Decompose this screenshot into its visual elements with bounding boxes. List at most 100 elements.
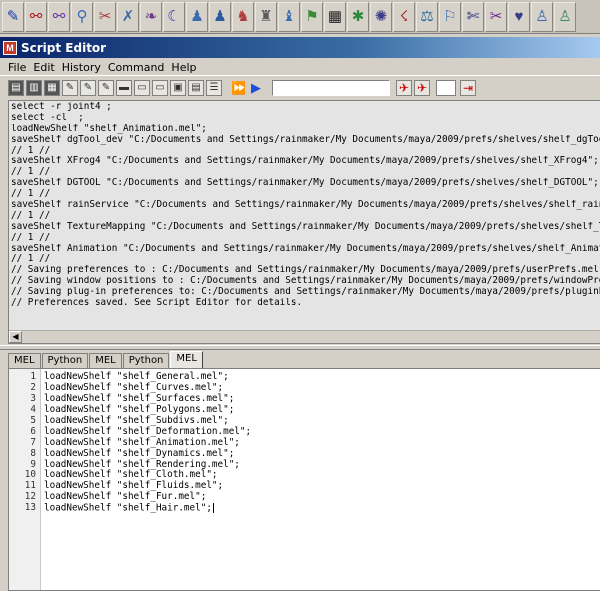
history-line: saveShelf Animation "C:/Documents and Se… bbox=[11, 243, 600, 254]
line-number: 6 bbox=[30, 425, 36, 437]
history-line: // 1 // bbox=[11, 189, 51, 200]
maya-shelf: ✎ ⚯ ⚯ ⚲ ✂ ✗ ❧ ☾ ♟ ♟ ♞ ♜ ♝ ⚑ ▦ ✱ ✺ ☇ ⚖ ⚐ ✄ ✂ ♥ ♙ ♙ bbox=[0, 0, 600, 34]
execute-all-icon[interactable]: ⏩ bbox=[230, 80, 246, 96]
history-line: // Saving window positions to : C:/Docum… bbox=[11, 276, 600, 287]
source-script-icon[interactable]: ▥ bbox=[26, 80, 42, 96]
deform-icon[interactable]: ☇ bbox=[393, 1, 415, 32]
tab-mel[interactable]: MEL bbox=[8, 353, 41, 368]
input-editor[interactable]: 1 loadNewShelf "shelf_General.mel"; 2 loadN… bbox=[8, 368, 600, 591]
editor-line: 12 loadNewShelf "shelf_Fur.mel"; bbox=[9, 491, 600, 503]
figure-icon[interactable]: ♙ bbox=[531, 1, 553, 32]
code-text: loadNewShelf "shelf_Hair.mel"; bbox=[44, 502, 214, 514]
tab-python[interactable]: Python bbox=[122, 353, 170, 368]
history-line: saveShelf rainService "C:/Documents and … bbox=[11, 200, 600, 211]
menu-edit[interactable]: Edit bbox=[33, 61, 54, 74]
menu-help[interactable]: Help bbox=[171, 61, 196, 74]
line-number: 13 bbox=[24, 502, 36, 514]
window-title: Script Editor bbox=[21, 40, 107, 55]
text-caret bbox=[212, 503, 214, 514]
history-line: // 1 // bbox=[11, 210, 51, 221]
clear-input-icon[interactable]: ✎ bbox=[98, 80, 114, 96]
history-line: // 1 // bbox=[11, 145, 51, 156]
code-text: loadNewShelf "shelf_Animation.mel"; bbox=[44, 436, 240, 448]
history-text: select -r joint4 ; select -cl ; loadNewShe… bbox=[11, 102, 600, 332]
rigid-bind-icon[interactable]: ♝ bbox=[278, 1, 300, 32]
history-pane[interactable]: select -r joint4 ; select -cl ; loadNewShe… bbox=[8, 100, 600, 344]
line-number: 8 bbox=[30, 447, 36, 459]
tab-mel[interactable]: MEL bbox=[89, 353, 122, 368]
clear-all-icon[interactable]: ▬ bbox=[116, 80, 132, 96]
menu-history[interactable]: History bbox=[62, 61, 101, 74]
code-text: loadNewShelf "shelf_Dynamics.mel"; bbox=[44, 447, 235, 459]
editor-text: 1 loadNewShelf "shelf_General.mel"; 2 loadN… bbox=[9, 371, 600, 514]
history-line: // 1 // bbox=[11, 167, 51, 178]
cross-joint-icon[interactable]: ✗ bbox=[117, 1, 139, 32]
history-line: saveShelf dgTool_dev "C:/Documents and S… bbox=[11, 134, 600, 145]
clear-history-icon[interactable]: ✎ bbox=[80, 80, 96, 96]
show-both-icon[interactable]: ▣ bbox=[170, 80, 186, 96]
star-icon[interactable]: ✱ bbox=[347, 1, 369, 32]
menu-bar: File Edit History Command Help bbox=[0, 60, 600, 76]
tab-mel-active[interactable]: MEL bbox=[170, 351, 203, 368]
editor-line: 7 loadNewShelf "shelf_Animation.mel"; bbox=[9, 436, 600, 449]
skeleton-icon[interactable]: ♟ bbox=[186, 1, 208, 32]
history-line: loadNewShelf "shelf_Animation.mel"; bbox=[11, 123, 207, 134]
editor-tabs: MEL Python MEL Python MEL bbox=[8, 351, 204, 368]
cluster-icon[interactable]: ✺ bbox=[370, 1, 392, 32]
bend-icon[interactable]: ☾ bbox=[163, 1, 185, 32]
editor-line: 8 loadNewShelf "shelf_Dynamics.mel"; bbox=[9, 447, 600, 460]
line-number: 7 bbox=[30, 436, 36, 448]
constraint-icon[interactable]: ⚖ bbox=[416, 1, 438, 32]
code-text: loadNewShelf "shelf_Fur.mel"; bbox=[44, 491, 207, 503]
rig-icon[interactable]: ♞ bbox=[232, 1, 254, 32]
line-numbers-icon[interactable]: ☰ bbox=[206, 80, 222, 96]
search-previous-icon[interactable]: ✈ bbox=[396, 80, 412, 96]
show-input-icon[interactable]: ▭ bbox=[152, 80, 168, 96]
figure-pose-icon[interactable]: ♙ bbox=[554, 1, 576, 32]
ik-spline-icon[interactable]: ✂ bbox=[94, 1, 116, 32]
bind-skin-icon[interactable]: ♟ bbox=[209, 1, 231, 32]
code-text: loadNewShelf "shelf_Deformation.mel"; bbox=[44, 425, 252, 437]
menu-file[interactable]: File bbox=[8, 61, 26, 74]
pane-splitter[interactable] bbox=[0, 345, 600, 350]
history-line: // 1 // bbox=[11, 232, 51, 243]
history-line: select -cl ; bbox=[11, 112, 84, 123]
joint-chain-icon[interactable]: ⚯ bbox=[25, 1, 47, 32]
history-line: // Saving plug-in preferences to: C:/Doc… bbox=[11, 287, 600, 298]
window-title-bar[interactable]: M Script Editor bbox=[0, 37, 600, 58]
flag-icon[interactable]: ⚐ bbox=[439, 1, 461, 32]
history-line: select -r joint4 ; bbox=[11, 102, 112, 112]
history-horizontal-scrollbar[interactable]: ◀ bbox=[9, 330, 600, 343]
tab-python[interactable]: Python bbox=[41, 353, 89, 368]
checker-icon[interactable]: ▦ bbox=[324, 1, 346, 32]
curve-icon[interactable]: ❧ bbox=[140, 1, 162, 32]
ik-handle-icon[interactable]: ⚯ bbox=[48, 1, 70, 32]
scroll-left-icon[interactable]: ◀ bbox=[9, 331, 22, 343]
cut-icon[interactable]: ✄ bbox=[462, 1, 484, 32]
locator-icon[interactable]: ⚲ bbox=[71, 1, 93, 32]
open-script-icon[interactable]: ▤ bbox=[8, 80, 24, 96]
search-field[interactable] bbox=[272, 80, 390, 96]
execute-selected-icon[interactable]: ▶ bbox=[248, 80, 264, 96]
save-script-icon[interactable]: ▦ bbox=[44, 80, 60, 96]
goto-line-field[interactable] bbox=[436, 80, 456, 96]
history-line: // Preferences saved. See Script Editor … bbox=[11, 298, 303, 309]
paint-weights-icon[interactable]: ⚑ bbox=[301, 1, 323, 32]
save-to-shelf-icon[interactable]: ✎ bbox=[62, 80, 78, 96]
toolbar: ▤ ▥ ▦ ✎ ✎ ✎ ▬ ▭ ▭ ▣ ▤ ☰ ⏩ ▶ ✈ ✈ ⇥ bbox=[0, 77, 600, 99]
echo-all-icon[interactable]: ▤ bbox=[188, 80, 204, 96]
history-line: saveShelf XFrog4 "C:/Documents and Setti… bbox=[11, 156, 599, 167]
smooth-bind-icon[interactable]: ♜ bbox=[255, 1, 277, 32]
search-next-icon[interactable]: ✈ bbox=[414, 80, 430, 96]
menu-command[interactable]: Command bbox=[108, 61, 165, 74]
lasso-tool-icon[interactable]: ✎ bbox=[2, 1, 24, 32]
maya-app-icon: M bbox=[3, 40, 17, 55]
history-line: saveShelf TextureMapping "C:/Documents a… bbox=[11, 221, 600, 232]
goto-line-icon[interactable]: ⇥ bbox=[460, 80, 476, 96]
editor-line: 13 loadNewShelf "shelf_Hair.mel"; bbox=[9, 502, 600, 514]
heart-icon[interactable]: ♥ bbox=[508, 1, 530, 32]
history-line: // Saving preferences to : C:/Documents … bbox=[11, 265, 599, 276]
scissors-icon[interactable]: ✂ bbox=[485, 1, 507, 32]
show-history-icon[interactable]: ▭ bbox=[134, 80, 150, 96]
editor-line: 6 loadNewShelf "shelf_Deformation.mel"; bbox=[9, 425, 600, 438]
